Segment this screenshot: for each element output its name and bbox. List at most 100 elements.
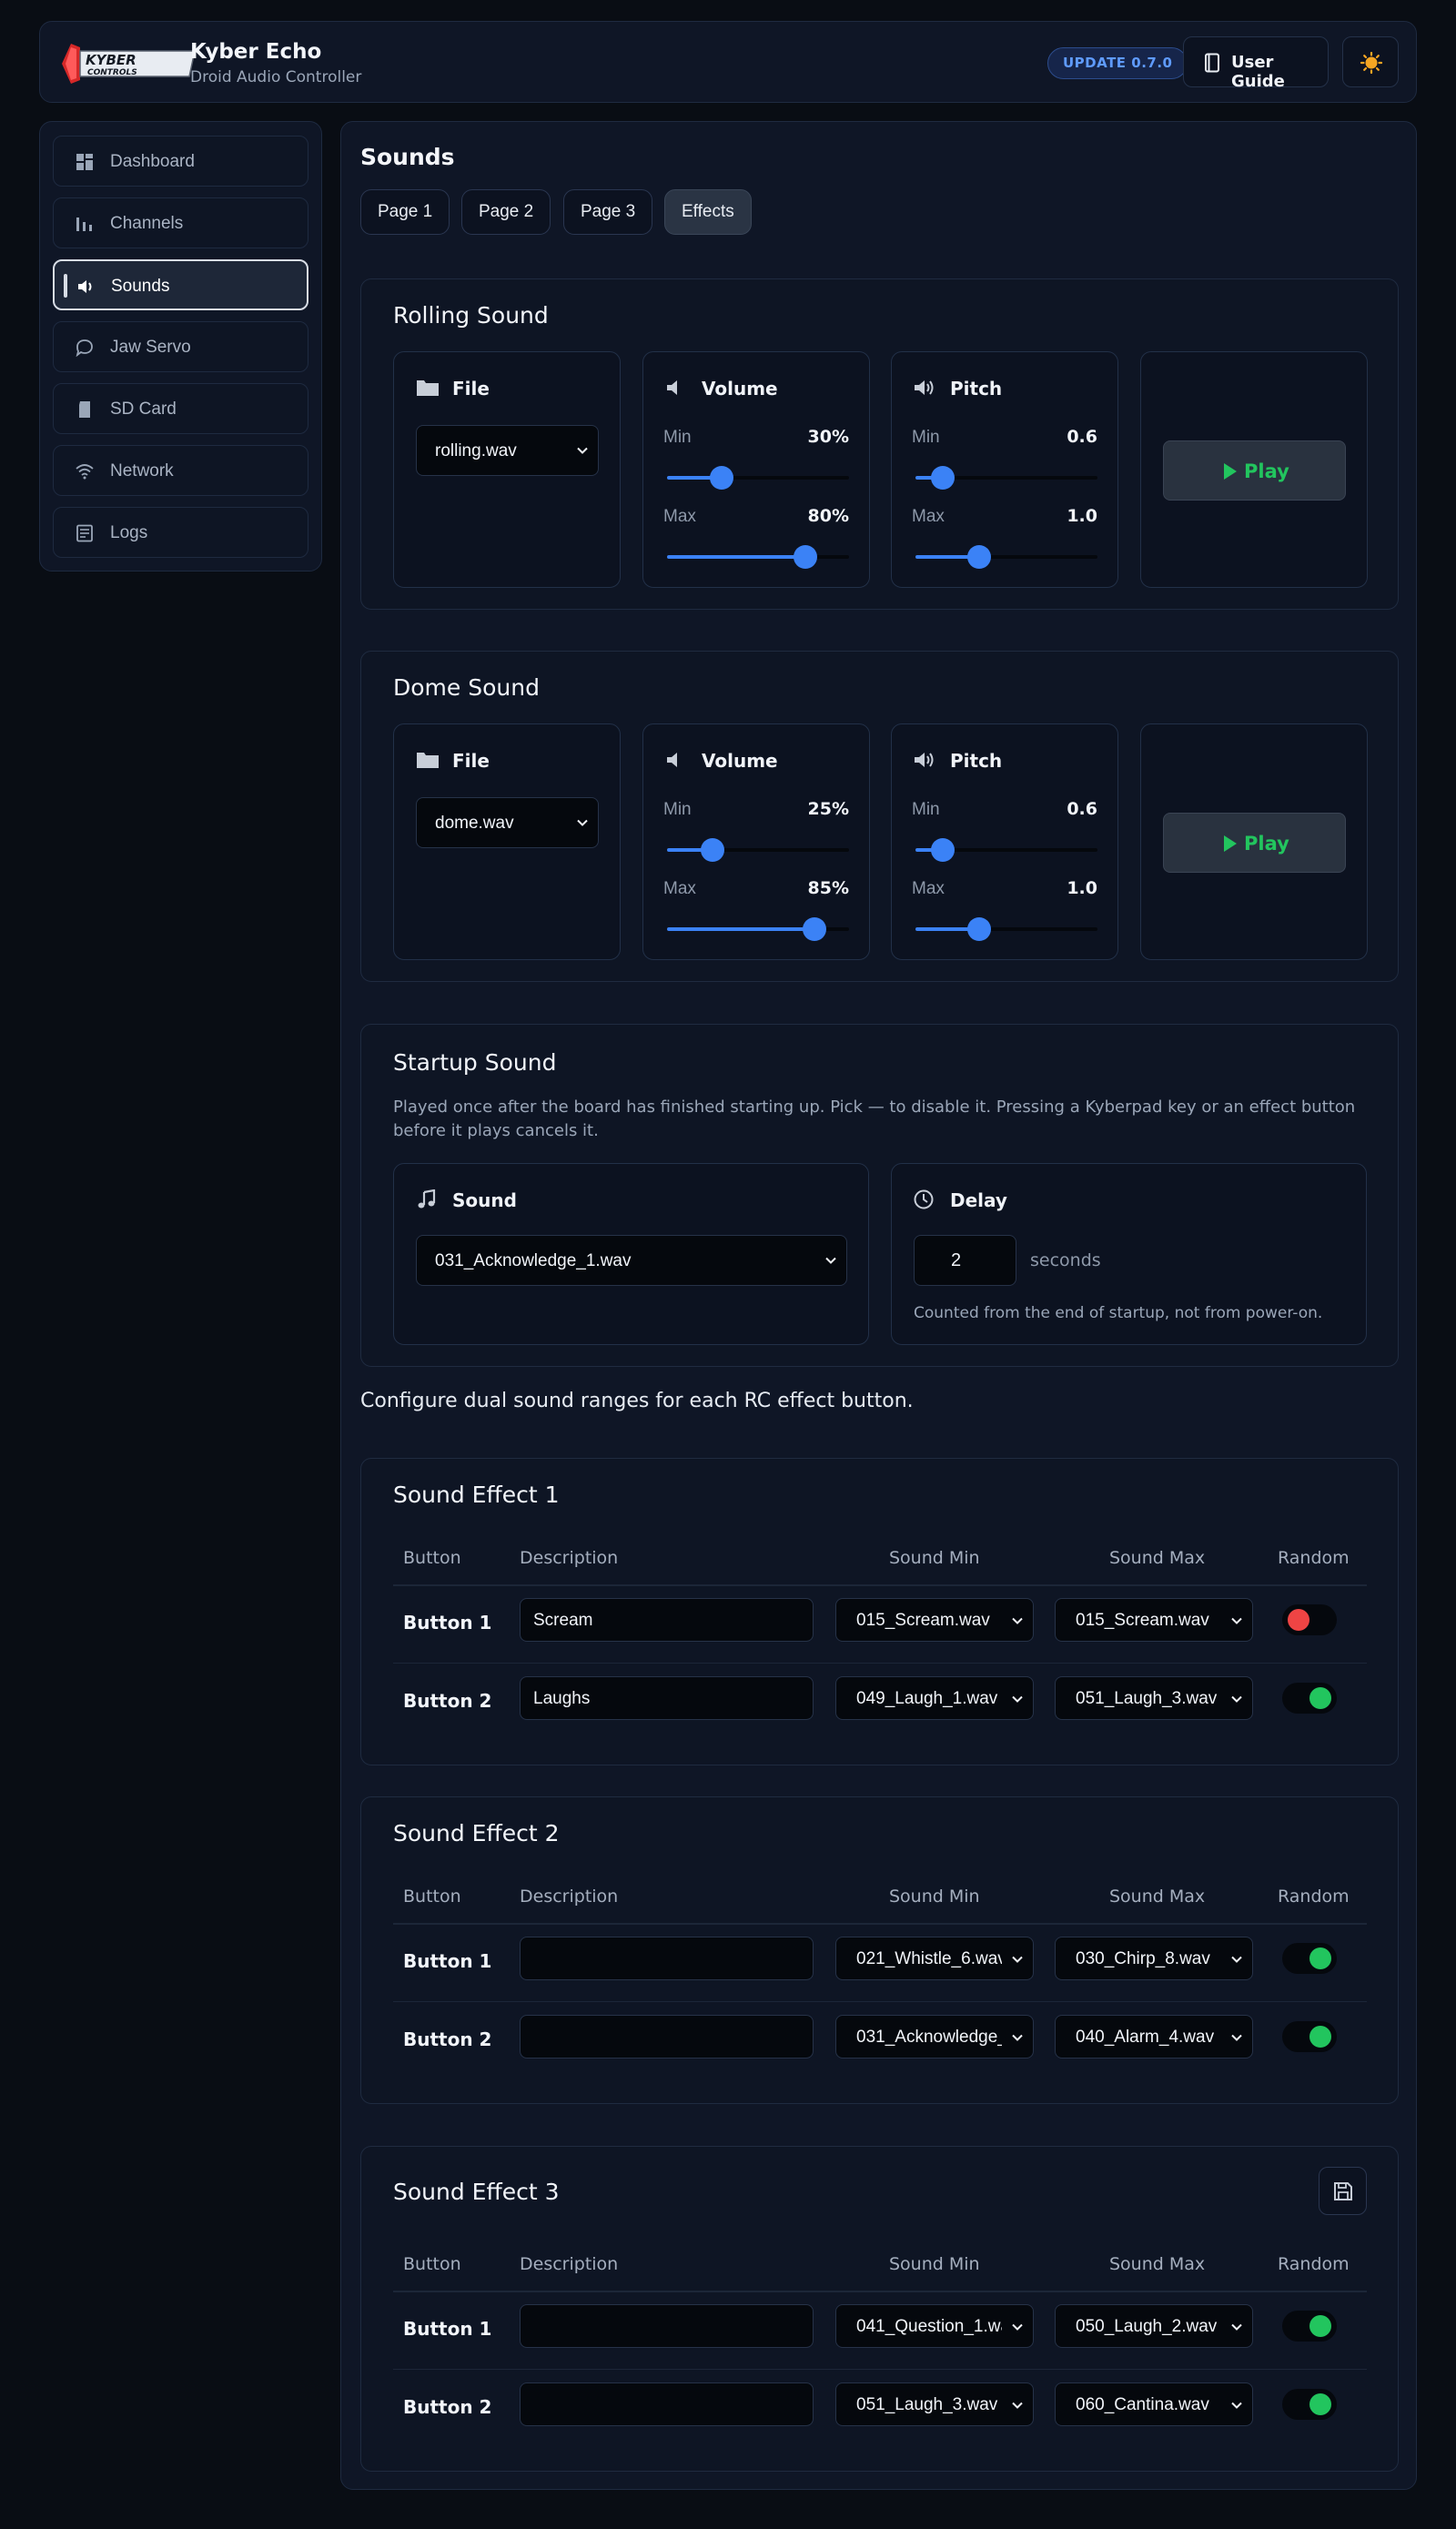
- sidebar-item-dashboard[interactable]: Dashboard: [53, 136, 308, 187]
- sound-min-select[interactable]: 015_Scream.wav: [835, 1598, 1034, 1642]
- tab-effects[interactable]: Effects: [664, 189, 752, 235]
- update-badge[interactable]: UPDATE 0.7.0: [1047, 47, 1188, 79]
- clock-icon: [914, 1189, 934, 1209]
- delay-input[interactable]: 2: [914, 1235, 1016, 1286]
- sidebar-item-sounds[interactable]: Sounds: [53, 259, 308, 310]
- pitch-panel: Pitch Min 0.6 Max 1.0: [891, 723, 1118, 960]
- sound-max-select[interactable]: 060_Cantina.wav: [1055, 2382, 1253, 2426]
- random-toggle[interactable]: [1282, 1943, 1337, 1974]
- divider: [393, 1923, 1367, 1925]
- random-toggle[interactable]: [1282, 1604, 1337, 1635]
- column-header-description: Description: [520, 2254, 619, 2274]
- divider: [393, 1584, 1367, 1586]
- row-button-label: Button 1: [403, 1612, 492, 1634]
- sound-min-select[interactable]: 041_Question_1.wav: [835, 2304, 1034, 2348]
- sound-min-select[interactable]: 031_Acknowledge_1.wav: [835, 2015, 1034, 2059]
- save-button[interactable]: [1319, 2167, 1367, 2215]
- sound-effect-2-card: Sound Effect 2 Button Description Sound …: [360, 1796, 1399, 2104]
- sidebar-item-sd-card[interactable]: SD Card: [53, 383, 308, 434]
- sidebar-item-label: Network: [110, 461, 174, 481]
- column-header-sound-max: Sound Max: [1109, 1887, 1206, 1907]
- sound-min-select[interactable]: 051_Laugh_3.wav: [835, 2382, 1034, 2426]
- sound-min-value: 041_Question_1.wav: [856, 2317, 1002, 2336]
- svg-text:CONTROLS: CONTROLS: [87, 68, 137, 77]
- app-header: KYBER CONTROLS Kyber Echo Droid Audio Co…: [39, 21, 1417, 103]
- file-select-value: dome.wav: [435, 814, 514, 833]
- slider-thumb[interactable]: [931, 466, 955, 490]
- sound-min-value: 051_Laugh_3.wav: [856, 2395, 998, 2414]
- sound-min-select[interactable]: 021_Whistle_6.wav: [835, 1937, 1034, 1980]
- chat-bubble-icon: [76, 339, 93, 357]
- slider-thumb[interactable]: [967, 545, 991, 569]
- random-toggle[interactable]: [1282, 2311, 1337, 2342]
- sidebar-item-label: Channels: [110, 214, 184, 233]
- slider-thumb[interactable]: [931, 838, 955, 862]
- description-input[interactable]: [520, 2304, 814, 2348]
- sound-max-select[interactable]: 030_Chirp_8.wav: [1055, 1937, 1253, 1980]
- slider-thumb[interactable]: [803, 917, 826, 941]
- sound-max-select[interactable]: 015_Scream.wav: [1055, 1598, 1253, 1642]
- description-input[interactable]: Scream: [520, 1598, 814, 1642]
- main-panel: Sounds Page 1 Page 2 Page 3 Effects Roll…: [340, 121, 1417, 2490]
- file-select[interactable]: dome.wav: [416, 797, 599, 848]
- volume-min-slider[interactable]: [667, 466, 849, 490]
- chevron-down-icon: [1012, 2402, 1023, 2409]
- description-value: Scream: [533, 1611, 593, 1630]
- description-input[interactable]: [520, 1937, 814, 1980]
- volume-min-slider[interactable]: [667, 838, 849, 862]
- card-title: Dome Sound: [393, 674, 540, 701]
- pitch-max-slider[interactable]: [915, 917, 1097, 941]
- user-guide-button[interactable]: User Guide: [1183, 36, 1329, 91]
- sound-max-value: 040_Alarm_4.wav: [1076, 2028, 1215, 2047]
- slider-thumb[interactable]: [710, 466, 733, 490]
- chevron-down-icon: [1012, 2034, 1023, 2041]
- pitch-max-slider[interactable]: [915, 545, 1097, 569]
- slider-thumb[interactable]: [701, 838, 724, 862]
- description-input[interactable]: [520, 2382, 814, 2426]
- channels-icon: [76, 217, 92, 231]
- divider: [393, 1663, 1367, 1664]
- random-toggle[interactable]: [1282, 2021, 1337, 2052]
- speaker-high-icon: [915, 380, 934, 395]
- column-header-random: Random: [1278, 2254, 1350, 2274]
- tab-page-3[interactable]: Page 3: [563, 189, 653, 235]
- description-input[interactable]: Laughs: [520, 1676, 814, 1720]
- random-toggle[interactable]: [1282, 2389, 1337, 2420]
- volume-max-slider[interactable]: [667, 917, 849, 941]
- app-subtitle: Droid Audio Controller: [190, 68, 362, 86]
- play-icon: [1224, 835, 1237, 852]
- pitch-min-slider[interactable]: [915, 466, 1097, 490]
- file-select[interactable]: rolling.wav: [416, 425, 599, 476]
- sidebar-item-channels[interactable]: Channels: [53, 197, 308, 248]
- sidebar-item-jaw-servo[interactable]: Jaw Servo: [53, 321, 308, 372]
- sound-max-value: 030_Chirp_8.wav: [1076, 1949, 1210, 1968]
- card-title: Sound Effect 2: [393, 1820, 560, 1846]
- row-button-label: Button 1: [403, 2318, 492, 2340]
- sound-max-select[interactable]: 050_Laugh_2.wav: [1055, 2304, 1253, 2348]
- theme-toggle-button[interactable]: [1342, 36, 1399, 87]
- row-button-label: Button 2: [403, 1690, 492, 1712]
- description-input[interactable]: [520, 2015, 814, 2059]
- random-toggle[interactable]: [1282, 1683, 1337, 1714]
- svg-text:KYBER: KYBER: [86, 52, 136, 68]
- card-title: Sound Effect 3: [393, 2179, 560, 2205]
- play-button[interactable]: Play: [1163, 440, 1346, 501]
- pitch-min-slider[interactable]: [915, 838, 1097, 862]
- tab-page-2[interactable]: Page 2: [461, 189, 551, 235]
- volume-max-slider[interactable]: [667, 545, 849, 569]
- sound-min-select[interactable]: 049_Laugh_1.wav: [835, 1676, 1034, 1720]
- slider-thumb[interactable]: [967, 917, 991, 941]
- sidebar-item-logs[interactable]: Logs: [53, 507, 308, 558]
- column-header-button: Button: [403, 1548, 461, 1568]
- sound-min-value: 021_Whistle_6.wav: [856, 1949, 1002, 1968]
- startup-sound-select[interactable]: 031_Acknowledge_1.wav: [416, 1235, 847, 1286]
- play-button[interactable]: Play: [1163, 813, 1346, 873]
- sound-max-select[interactable]: 040_Alarm_4.wav: [1055, 2015, 1253, 2059]
- sound-max-select[interactable]: 051_Laugh_3.wav: [1055, 1676, 1253, 1720]
- slider-thumb[interactable]: [794, 545, 817, 569]
- volume-min-label: Min: [663, 428, 692, 447]
- card-title: Rolling Sound: [393, 302, 549, 329]
- sidebar-item-network[interactable]: Network: [53, 445, 308, 496]
- column-header-button: Button: [403, 2254, 461, 2274]
- tab-page-1[interactable]: Page 1: [360, 189, 450, 235]
